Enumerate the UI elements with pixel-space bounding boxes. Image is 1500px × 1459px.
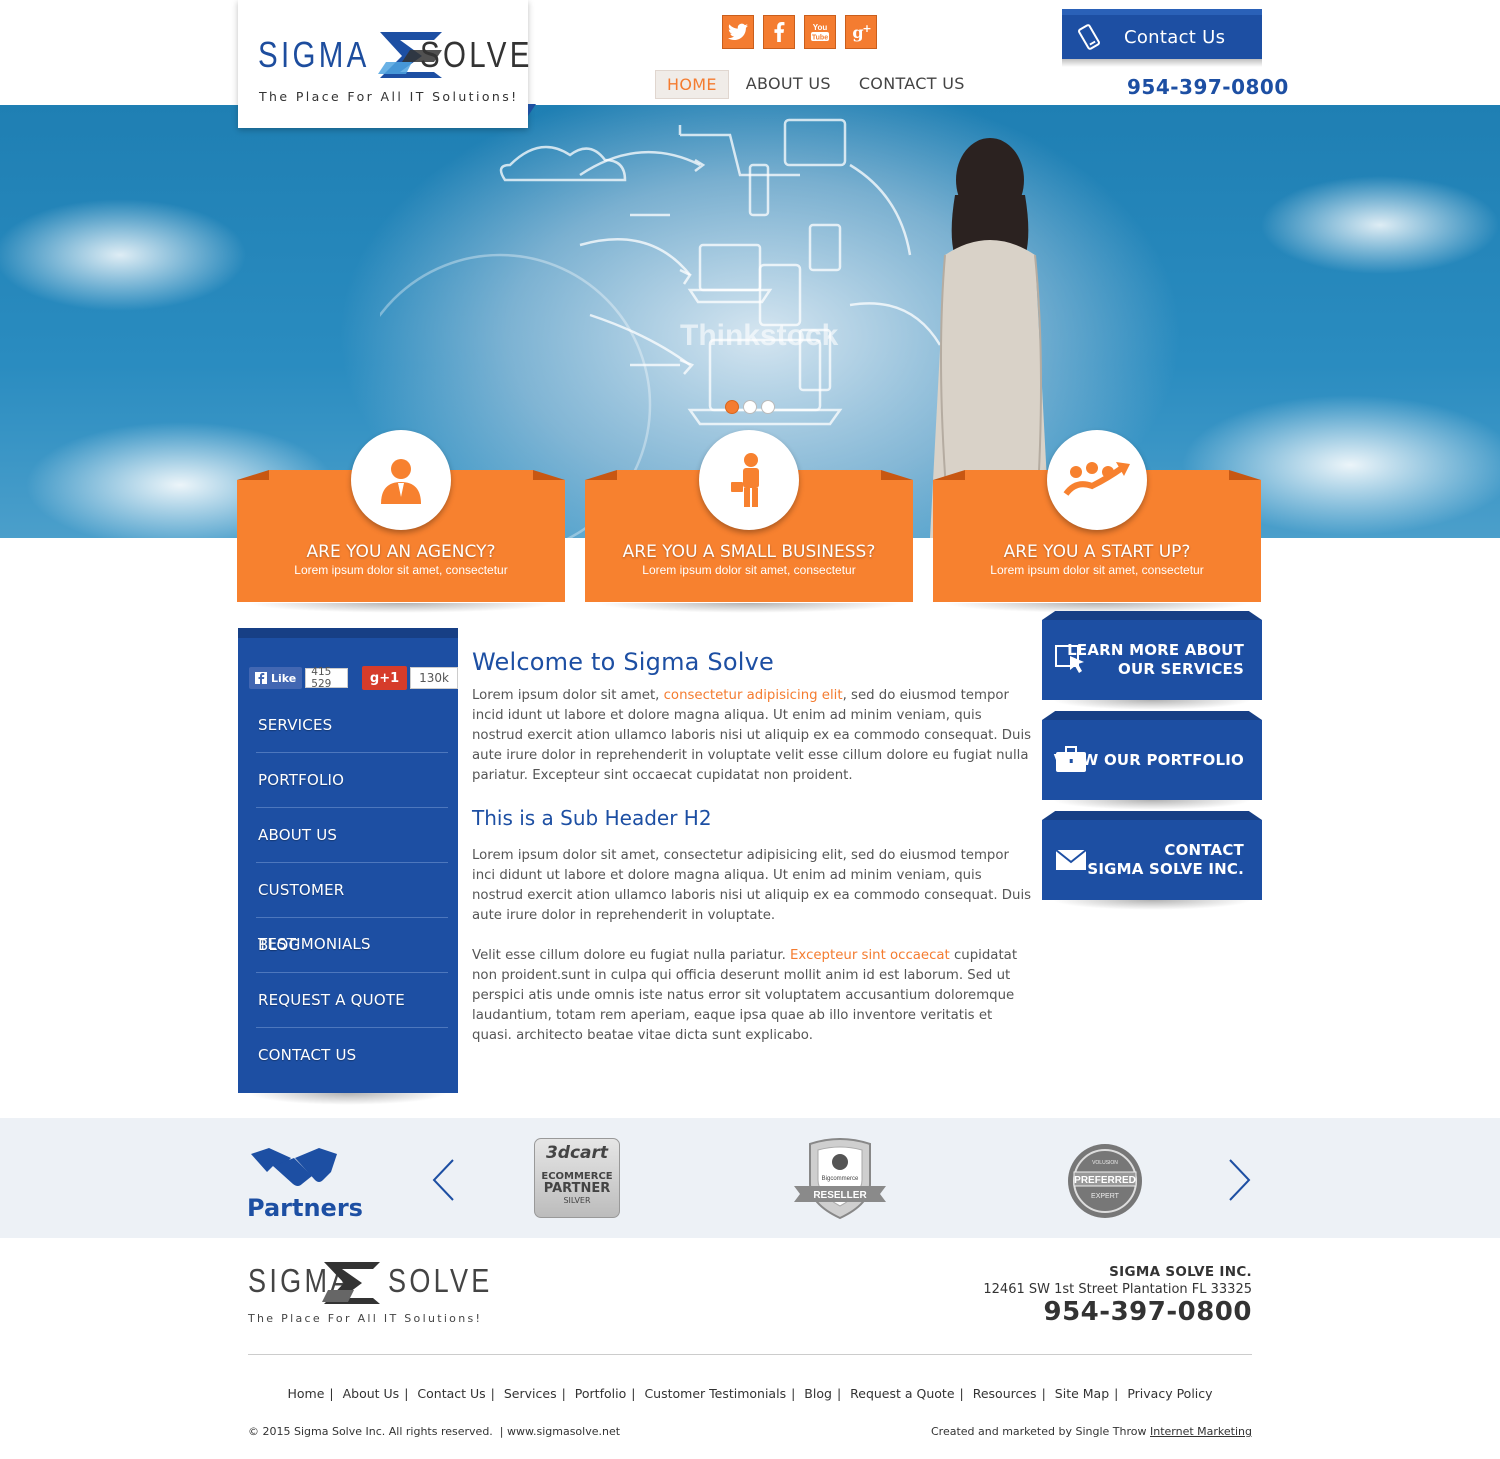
logo-word-sigma: SIGMA: [258, 34, 370, 75]
facebook-like-button[interactable]: Like: [249, 667, 303, 689]
footer-link-blog[interactable]: Blog: [804, 1386, 832, 1401]
contact-sigma-solve-button[interactable]: CONTACT SIGMA SOLVE INC.: [1042, 820, 1262, 910]
handshake-icon: [251, 1148, 337, 1186]
svg-text:You: You: [813, 23, 828, 32]
footer-street: 12461 SW 1st Street Plantation FL 33325: [983, 1282, 1252, 1297]
svg-text:+: +: [862, 22, 871, 35]
footer-link-privacy-policy[interactable]: Privacy Policy: [1127, 1386, 1212, 1401]
main-content: Welcome to Sigma Solve Lorem ipsum dolor…: [472, 648, 1032, 1066]
inline-link[interactable]: Excepteur sint occaecat: [790, 948, 950, 963]
footer-link-customer-testimonials[interactable]: Customer Testimonials: [644, 1386, 786, 1401]
google-plus-icon[interactable]: g +: [845, 15, 877, 49]
copyright: © 2015 Sigma Solve Inc. All rights reser…: [248, 1425, 621, 1438]
svg-text:PREFERRED: PREFERRED: [1074, 1175, 1136, 1186]
logo[interactable]: SIGMA SOLVE The Place For All IT Solutio…: [238, 0, 536, 128]
footer-link-request-a-quote[interactable]: Request a Quote: [850, 1386, 954, 1401]
footer-phone[interactable]: 954-397-0800: [983, 1297, 1252, 1327]
team-growth-icon: [1047, 430, 1147, 530]
footer-logo[interactable]: SIGMA SOLVE The Place For All IT Solutio…: [248, 1262, 489, 1325]
footer-address: SIGMA SOLVE INC. 12461 SW 1st Street Pla…: [983, 1264, 1252, 1327]
internet-marketing-link[interactable]: Internet Marketing: [1150, 1425, 1252, 1438]
nav-home[interactable]: HOME: [655, 70, 729, 99]
feature-subtitle: Lorem ipsum dolor sit amet, consectetur: [642, 563, 856, 577]
inline-link[interactable]: consectetur adipisicing elit: [664, 688, 843, 703]
logo-mark-icon: [322, 1262, 380, 1304]
slider-dot[interactable]: [761, 400, 775, 414]
footer-links: Home | About Us | Contact Us | Services | Po…: [287, 1386, 1213, 1401]
svg-text:RESELLER: RESELLER: [813, 1190, 867, 1201]
partners-section: Partners 3dcart ECOMMERCE PARTNER SILVER…: [0, 1118, 1500, 1238]
sidebar-menu: SERVICES PORTFOLIO ABOUT US CUSTOMER TES…: [256, 698, 448, 1083]
feature-agency[interactable]: ARE YOU AN AGENCY? Lorem ipsum dolor sit…: [237, 430, 565, 613]
page-title: Welcome to Sigma Solve: [472, 648, 774, 676]
person-icon: [351, 430, 451, 530]
slider-dots: [725, 400, 775, 414]
footer-divider: [248, 1354, 1252, 1355]
feature-subtitle: Lorem ipsum dolor sit amet, consectetur: [294, 563, 508, 577]
sidebar-item-contact-us[interactable]: CONTACT US: [256, 1028, 448, 1083]
top-navigation: HOME ABOUT US CONTACT US: [655, 70, 982, 99]
body-paragraph: Velit esse cillum dolore eu fugiat nulla…: [472, 948, 1018, 1043]
slider-dot[interactable]: [725, 400, 739, 414]
feature-title: ARE YOU A START UP?: [1003, 542, 1191, 562]
facebook-icon[interactable]: [763, 15, 795, 49]
feature-title: ARE YOU A SMALL BUSINESS?: [622, 542, 876, 562]
sidebar-item-request-a-quote[interactable]: REQUEST A QUOTE: [256, 973, 448, 1028]
logo-word-solve: SOLVE: [420, 34, 533, 75]
partner-badge-bigcommerce[interactable]: Bigcommerce RESELLER: [792, 1138, 888, 1220]
learn-more-services-button[interactable]: LEARN MORE ABOUT OUR SERVICES: [1042, 620, 1262, 710]
footer-link-portfolio[interactable]: Portfolio: [575, 1386, 626, 1401]
credit: Created and marketed by Single Throw Int…: [930, 1425, 1252, 1438]
contact-us-label: Contact Us: [1124, 26, 1226, 48]
feature-small-business[interactable]: ARE YOU A SMALL BUSINESS? Lorem ipsum do…: [585, 430, 913, 613]
facebook-icon: [255, 672, 267, 684]
nav-contact-us[interactable]: CONTACT US: [848, 70, 976, 99]
intro-paragraph: Lorem ipsum dolor sit amet, consectetur …: [472, 688, 1032, 783]
footer-company: SIGMA SOLVE INC.: [1109, 1264, 1252, 1280]
social-counters: Like 415 529 g+1 130k: [249, 666, 458, 690]
twitter-icon[interactable]: [722, 15, 754, 49]
facebook-like-count: 415 529: [305, 666, 348, 690]
footer-link-about-us[interactable]: About Us: [343, 1386, 400, 1401]
footer-link-site-map[interactable]: Site Map: [1055, 1386, 1109, 1401]
footer-link-contact-us[interactable]: Contact Us: [417, 1386, 485, 1401]
logo-tagline: The Place For All IT Solutions!: [259, 89, 519, 104]
chevron-right-icon[interactable]: [1228, 1158, 1252, 1202]
partners-title: Partners: [247, 1194, 363, 1222]
svg-text:VOLUSION: VOLUSION: [1092, 1160, 1118, 1166]
svg-text:EXPERT: EXPERT: [1091, 1193, 1120, 1200]
chevron-left-icon[interactable]: [431, 1158, 455, 1202]
phone-icon: [1078, 24, 1100, 50]
svg-text:Tube: Tube: [812, 35, 828, 42]
sidebar: Like 415 529 g+1 130k SERVICES PORTFOLIO…: [238, 628, 458, 1093]
partner-badge-volusion[interactable]: VOLUSION PREFERRED EXPERT: [1066, 1142, 1144, 1220]
footer-link-services[interactable]: Services: [504, 1386, 557, 1401]
envelope-icon: [1055, 849, 1087, 870]
feature-title: ARE YOU AN AGENCY?: [306, 542, 496, 562]
footer-link-resources[interactable]: Resources: [973, 1386, 1037, 1401]
businessman-icon: [699, 430, 799, 530]
body-paragraph: Lorem ipsum dolor sit amet, consectetur …: [472, 848, 1032, 923]
svg-text:Bigcommerce: Bigcommerce: [822, 1176, 859, 1182]
feature-subtitle: Lorem ipsum dolor sit amet, consectetur: [990, 563, 1204, 577]
footer-link-home[interactable]: Home: [287, 1386, 324, 1401]
sidebar-item-about-us[interactable]: ABOUT US: [256, 808, 448, 863]
contact-us-button[interactable]: Contact Us: [1062, 9, 1262, 67]
slider-dot[interactable]: [743, 400, 757, 414]
nav-about-us[interactable]: ABOUT US: [735, 70, 842, 99]
youtube-icon[interactable]: You Tube: [804, 15, 836, 49]
sidebar-item-customer-testimonials[interactable]: CUSTOMER TESTIMONIALS: [256, 863, 448, 953]
feature-start-up[interactable]: ARE YOU A START UP? Lorem ipsum dolor si…: [933, 430, 1261, 613]
svg-text:Thinkstock: Thinkstock: [680, 319, 839, 352]
google-plus-one-button[interactable]: g+1: [361, 666, 408, 690]
website-link[interactable]: www.sigmasolve.net: [507, 1425, 620, 1438]
google-plus-count: 130k: [410, 667, 458, 689]
sidebar-item-services[interactable]: SERVICES: [256, 698, 448, 753]
sidebar-item-portfolio[interactable]: PORTFOLIO: [256, 753, 448, 808]
partner-badge-3dcart[interactable]: 3dcart ECOMMERCE PARTNER SILVER: [534, 1138, 620, 1218]
view-portfolio-button[interactable]: VIEW OUR PORTFOLIO: [1042, 720, 1262, 810]
sub-header: This is a Sub Header H2: [472, 806, 712, 830]
social-links: You Tube g +: [722, 15, 877, 49]
header-phone[interactable]: 954-397-0800: [1127, 75, 1289, 99]
